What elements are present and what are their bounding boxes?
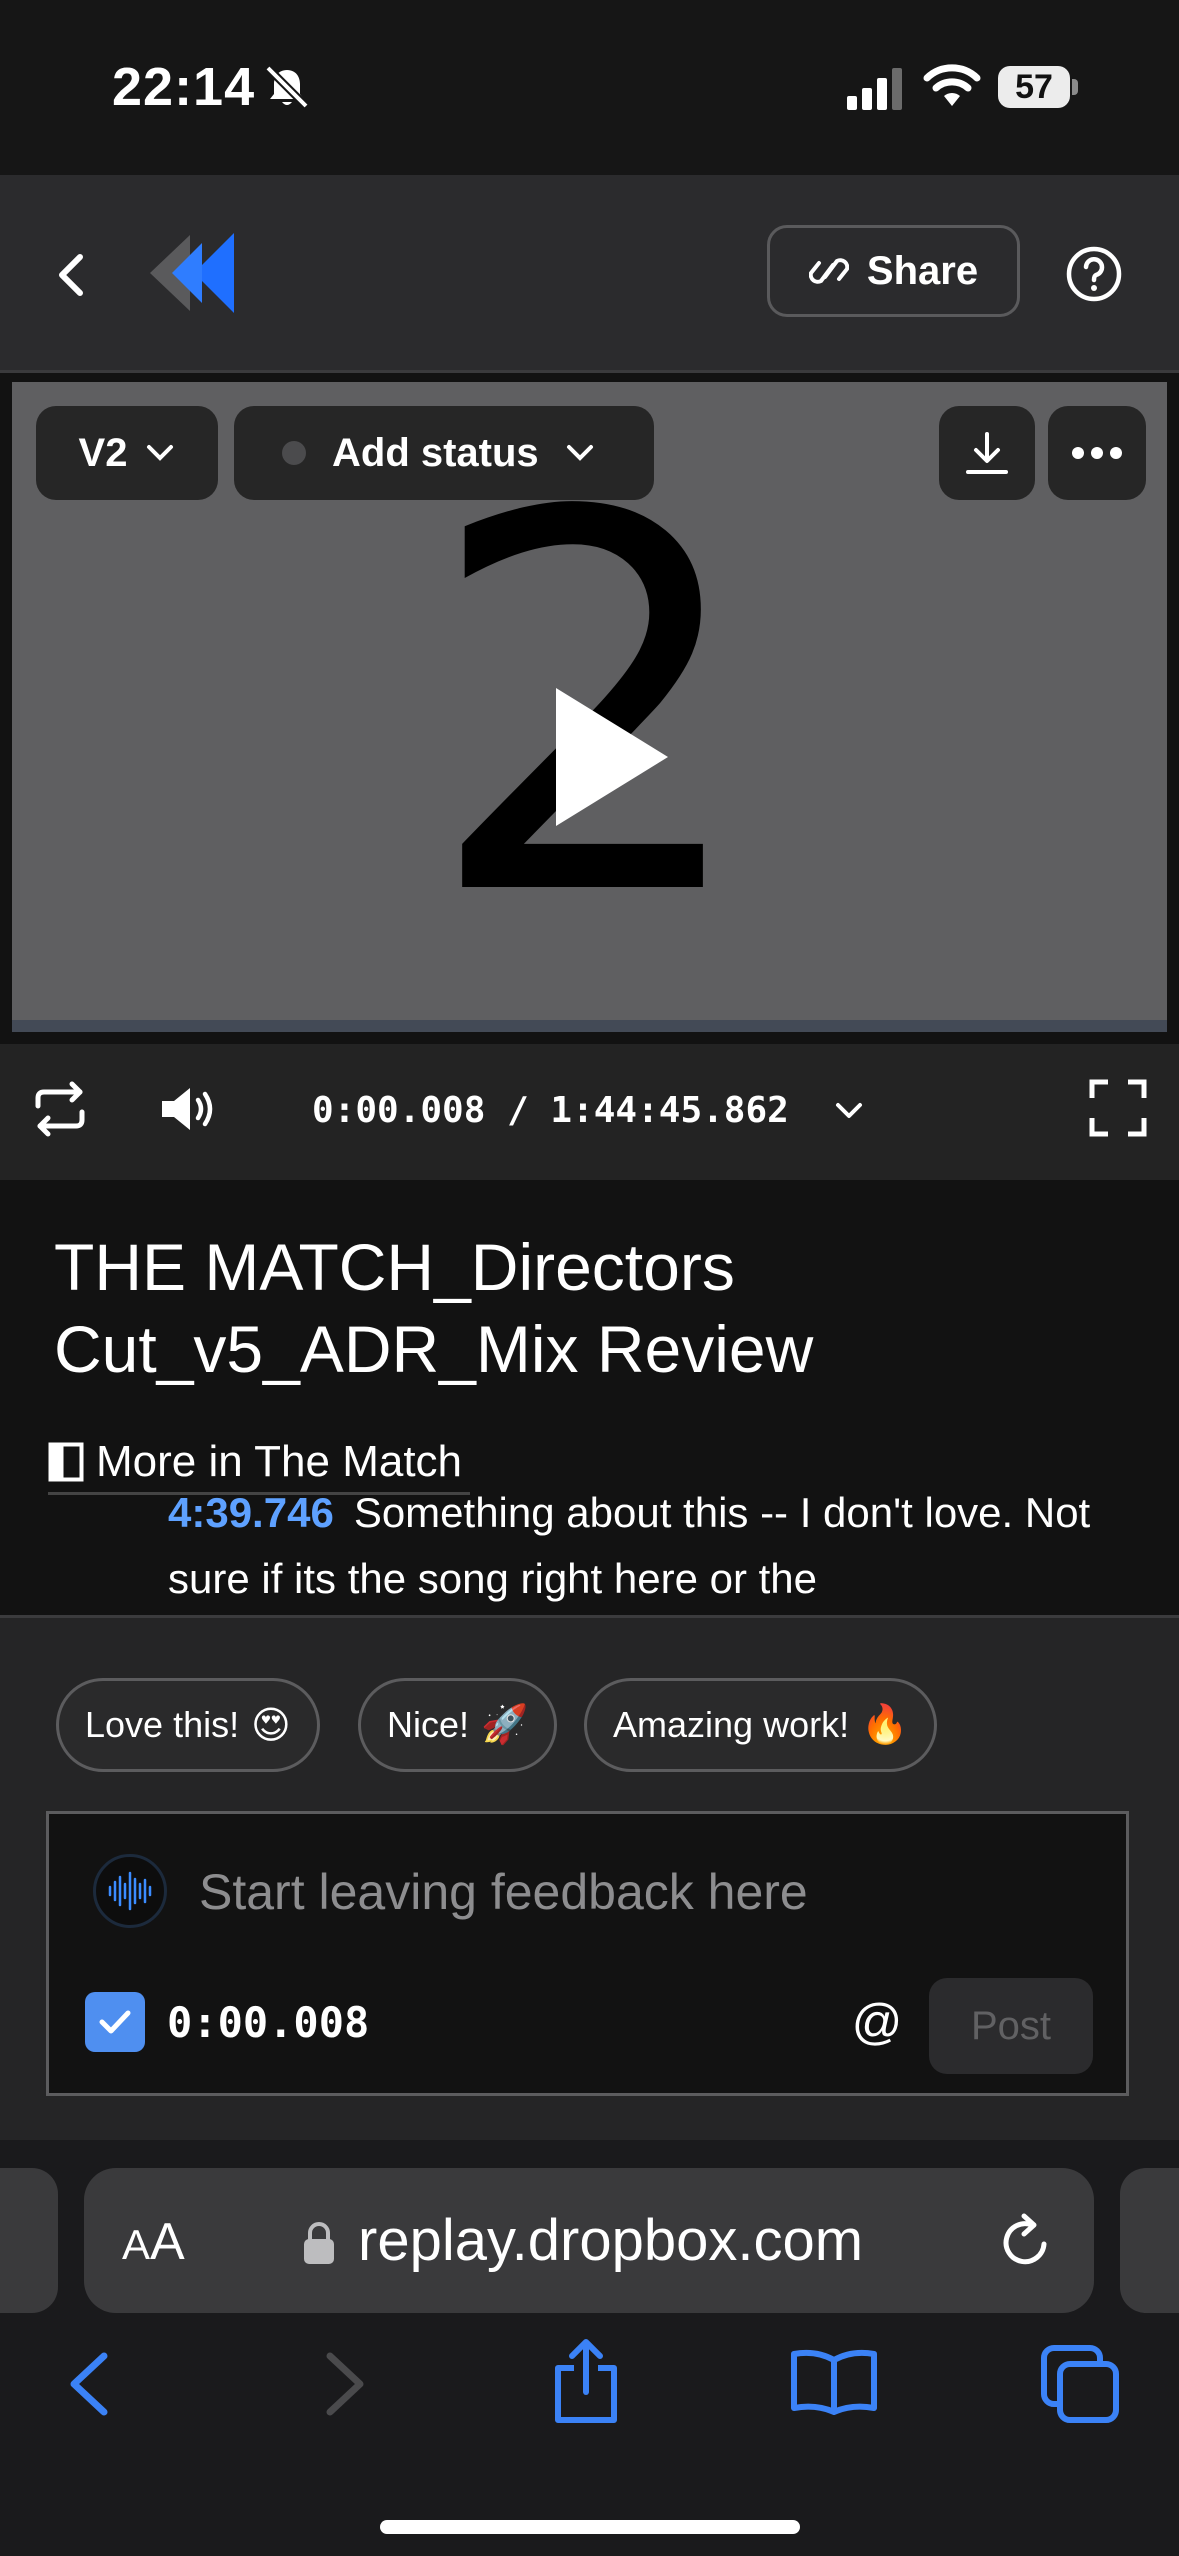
- feedback-timestamp: 0:00.008: [167, 1998, 370, 2047]
- sidebar-panel-icon: [48, 1442, 84, 1482]
- version-dropdown[interactable]: V2: [36, 406, 218, 500]
- cellular-signal-icon: [847, 68, 902, 110]
- video-progress-track[interactable]: [12, 1020, 1167, 1032]
- reader-mode-button[interactable]: AA: [122, 2214, 185, 2273]
- reader-small-a: A: [122, 2221, 151, 2268]
- chevron-down-icon: [147, 445, 174, 461]
- version-label: V2: [78, 430, 128, 475]
- ios-status-bar: 22:14 57: [0, 0, 1179, 175]
- feedback-panel: Love this! 😍 Nice! 🚀 Amazing work! 🔥 Sta…: [0, 1615, 1179, 2143]
- mention-button[interactable]: @: [845, 1990, 909, 2054]
- tabs-overview-icon[interactable]: [1040, 2344, 1120, 2424]
- battery-indicator: 57: [998, 66, 1078, 108]
- reload-icon[interactable]: [994, 2210, 1058, 2274]
- reaction-label: Amazing work!: [613, 1704, 850, 1745]
- share-sheet-icon[interactable]: [550, 2338, 622, 2424]
- bookmarks-icon[interactable]: [790, 2348, 878, 2416]
- more-options-button[interactable]: [1048, 406, 1146, 500]
- back-chevron-icon[interactable]: [48, 245, 94, 305]
- feedback-composer: 0:00.008 @ Post: [46, 1811, 1129, 2096]
- download-button[interactable]: [939, 406, 1035, 500]
- reaction-label: Love this!: [85, 1704, 240, 1745]
- timestamp-checkbox[interactable]: [85, 1992, 145, 2052]
- home-indicator[interactable]: [380, 2520, 800, 2534]
- rocket-emoji-icon: 🚀: [481, 1704, 529, 1746]
- status-dot: [282, 441, 306, 465]
- avatar: [93, 1854, 167, 1928]
- timecode-display[interactable]: 0:00.008 / 1:44:45.862: [312, 1084, 789, 1138]
- reader-big-a: A: [150, 2213, 185, 2271]
- download-icon: [966, 432, 1008, 474]
- status-time: 22:14: [112, 57, 256, 117]
- volume-icon[interactable]: [160, 1084, 218, 1134]
- reaction-chip-amazing[interactable]: Amazing work! 🔥: [584, 1678, 938, 1772]
- status-dropdown[interactable]: Add status: [234, 406, 654, 500]
- app-header: Share: [0, 175, 1179, 373]
- browser-forward-icon[interactable]: [318, 2350, 372, 2418]
- browser-back-icon[interactable]: [62, 2350, 116, 2418]
- lock-icon: [304, 2222, 334, 2264]
- post-button[interactable]: Post: [929, 1978, 1093, 2074]
- url-text[interactable]: replay.dropbox.com: [358, 2208, 863, 2274]
- heart-eyes-emoji-icon: 😍: [251, 1704, 291, 1747]
- chevron-down-icon: [566, 445, 593, 461]
- replay-logo-icon[interactable]: [150, 227, 236, 319]
- address-bar[interactable]: AA replay.dropbox.com: [84, 2168, 1094, 2313]
- more-dots-icon: [1072, 447, 1122, 459]
- page-title: THE MATCH_Directors Cut_v5_ADR_Mix Revie…: [54, 1230, 814, 1386]
- comment-timestamp[interactable]: 4:39.746: [168, 1489, 334, 1536]
- previous-tab-peek[interactable]: [0, 2168, 58, 2313]
- share-button[interactable]: Share: [767, 225, 1020, 317]
- waveform-icon: [108, 1871, 152, 1911]
- title-section: THE MATCH_Directors Cut_v5_ADR_Mix Revie…: [0, 1180, 1179, 1615]
- fire-emoji-icon: 🔥: [861, 1704, 909, 1746]
- reaction-label: Nice!: [387, 1704, 470, 1745]
- chevron-down-icon[interactable]: [832, 1094, 866, 1128]
- battery-tip: [1072, 79, 1078, 95]
- safari-toolbar: AA replay.dropbox.com: [0, 2140, 1179, 2556]
- status-label: Add status: [332, 430, 539, 475]
- video-player[interactable]: 2 V2 Add status: [12, 382, 1167, 1032]
- player-controls: 0:00.008 / 1:44:45.862: [0, 1044, 1179, 1180]
- silent-bell-icon: [265, 65, 309, 109]
- fullscreen-icon[interactable]: [1088, 1078, 1148, 1138]
- wifi-icon: [923, 64, 981, 106]
- reaction-chip-love[interactable]: Love this! 😍: [56, 1678, 320, 1772]
- share-label: Share: [866, 248, 979, 293]
- reaction-chip-nice[interactable]: Nice! 🚀: [358, 1678, 558, 1772]
- comment-preview[interactable]: 4:39.746 Something about this -- I don't …: [168, 1480, 1108, 1612]
- play-icon[interactable]: [542, 682, 672, 832]
- next-tab-peek[interactable]: [1120, 2168, 1179, 2313]
- loop-icon[interactable]: [30, 1078, 90, 1140]
- link-icon: [808, 258, 849, 284]
- battery-level: 57: [998, 66, 1070, 108]
- feedback-input[interactable]: [199, 1854, 1079, 1930]
- help-icon[interactable]: [1065, 245, 1123, 303]
- checkmark-icon: [99, 2010, 131, 2034]
